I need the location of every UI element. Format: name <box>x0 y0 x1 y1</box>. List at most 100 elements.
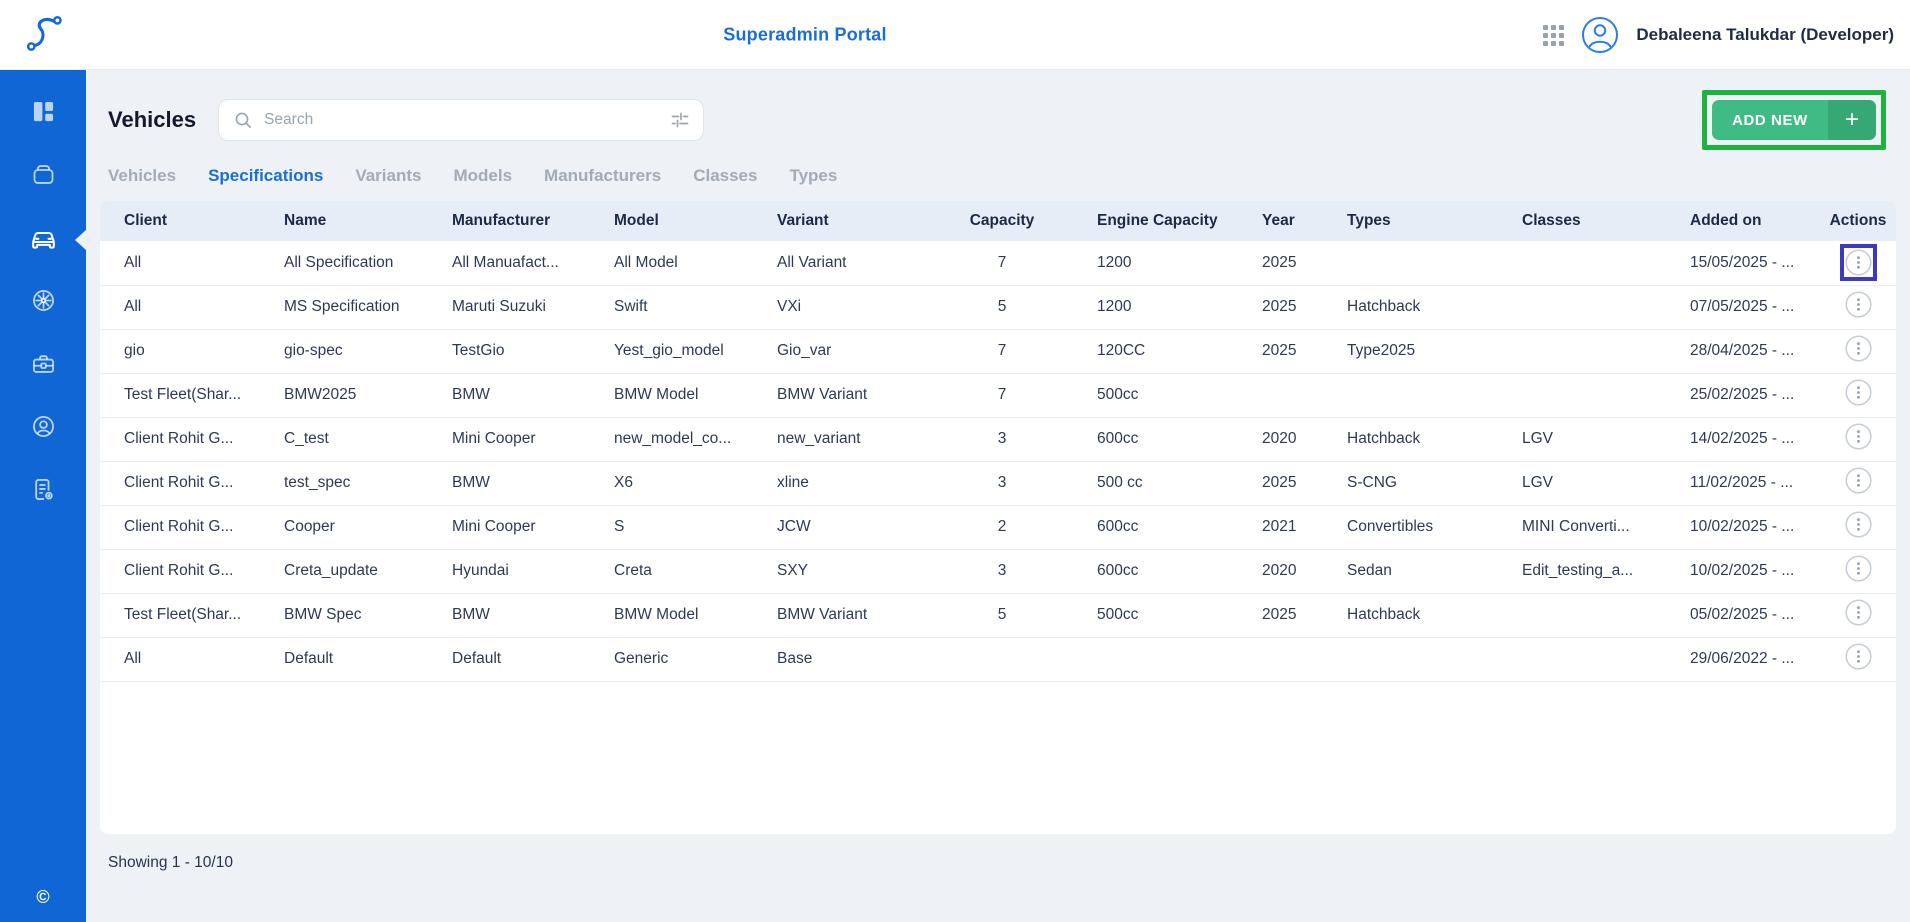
search-input[interactable] <box>264 111 669 129</box>
sidebar-item-fleet[interactable] <box>0 145 86 208</box>
cell: BMW Variant <box>777 593 957 637</box>
cell: 2020 <box>1262 417 1347 461</box>
cell: All Specification <box>284 241 452 285</box>
cell: BMW Spec <box>284 593 452 637</box>
cell: Hyundai <box>452 549 614 593</box>
cell <box>1262 373 1347 417</box>
cell: new_variant <box>777 417 957 461</box>
cell: TestGio <box>452 329 614 373</box>
cell: Hatchback <box>1347 593 1522 637</box>
cell <box>957 637 1047 681</box>
table-row[interactable]: Client Rohit G...C_testMini Coopernew_mo… <box>100 417 1896 461</box>
cell: 3 <box>957 417 1047 461</box>
sidebar-item-toolbox[interactable] <box>0 334 86 397</box>
table-row[interactable]: Test Fleet(Shar...BMW2025BMWBMW ModelBMW… <box>100 373 1896 417</box>
tab-vehicles[interactable]: Vehicles <box>108 166 176 186</box>
tab-specifications[interactable]: Specifications <box>208 166 323 186</box>
table-row[interactable]: Client Rohit G...test_specBMWX6xline3500… <box>100 461 1896 505</box>
filter-sliders-icon[interactable] <box>669 109 691 131</box>
cell: 7 <box>957 373 1047 417</box>
search-box <box>218 99 704 141</box>
column-header: Name <box>284 201 452 241</box>
table-row[interactable]: AllDefaultDefaultGenericBase29/06/2022 -… <box>100 637 1896 681</box>
table-row[interactable]: Client Rohit G...CooperMini CooperSJCW26… <box>100 505 1896 549</box>
column-header: Variant <box>777 201 957 241</box>
cell <box>1522 637 1690 681</box>
cell: 500cc <box>1047 373 1262 417</box>
cell: JCW <box>777 505 957 549</box>
table-row[interactable]: giogio-specTestGioYest_gio_modelGio_var7… <box>100 329 1896 373</box>
sidebar-item-reports[interactable] <box>0 460 86 523</box>
cell: 2025 <box>1262 241 1347 285</box>
specifications-table: ClientNameManufacturerModelVariantCapaci… <box>100 201 1896 682</box>
cell: 10/02/2025 - ... <box>1690 549 1820 593</box>
cell: 500 cc <box>1047 461 1262 505</box>
cell: BMW <box>452 373 614 417</box>
cell: 2021 <box>1262 505 1347 549</box>
row-actions-button[interactable] <box>1845 511 1872 538</box>
cell: Client Rohit G... <box>100 461 284 505</box>
user-name[interactable]: Debaleena Talukdar (Developer) <box>1636 25 1894 45</box>
kebab-menu-icon <box>1845 599 1872 626</box>
cell: xline <box>777 461 957 505</box>
cell: C_test <box>284 417 452 461</box>
table-row[interactable]: Client Rohit G...Creta_updateHyundaiCret… <box>100 549 1896 593</box>
row-actions-button[interactable] <box>1845 599 1872 626</box>
cell: Maruti Suzuki <box>452 285 614 329</box>
row-actions-button-highlighted[interactable] <box>1840 244 1877 281</box>
cell: Convertibles <box>1347 505 1522 549</box>
row-actions-button[interactable] <box>1845 555 1872 582</box>
cell: Sedan <box>1347 549 1522 593</box>
cell: gio-spec <box>284 329 452 373</box>
cell: Creta_update <box>284 549 452 593</box>
row-actions-button[interactable] <box>1845 467 1872 494</box>
cell: 2 <box>957 505 1047 549</box>
sidebar-item-users[interactable] <box>0 397 86 460</box>
cell: 1200 <box>1047 285 1262 329</box>
cell: 7 <box>957 241 1047 285</box>
row-actions-button[interactable] <box>1845 379 1872 406</box>
cell: Yest_gio_model <box>614 329 777 373</box>
row-actions-button[interactable] <box>1845 643 1872 670</box>
cell <box>1047 637 1262 681</box>
copyright-icon[interactable]: © <box>36 887 49 908</box>
tab-manufacturers[interactable]: Manufacturers <box>544 166 661 186</box>
kebab-menu-icon <box>1845 379 1872 406</box>
cell: S-CNG <box>1347 461 1522 505</box>
cell: 11/02/2025 - ... <box>1690 461 1820 505</box>
tab-models[interactable]: Models <box>453 166 512 186</box>
apps-grid-icon[interactable] <box>1543 25 1564 46</box>
table-row[interactable]: AllMS SpecificationMaruti SuzukiSwiftVXi… <box>100 285 1896 329</box>
cell: 600cc <box>1047 505 1262 549</box>
tab-variants[interactable]: Variants <box>355 166 421 186</box>
cell: All Variant <box>777 241 957 285</box>
avatar[interactable] <box>1581 16 1619 54</box>
cell <box>1522 329 1690 373</box>
cell: Edit_testing_a... <box>1522 549 1690 593</box>
column-header: Model <box>614 201 777 241</box>
sidebar-item-dashboard[interactable] <box>0 82 86 145</box>
cell: Client Rohit G... <box>100 505 284 549</box>
cell: BMW <box>452 461 614 505</box>
kebab-menu-icon <box>1845 643 1872 670</box>
tab-classes[interactable]: Classes <box>693 166 757 186</box>
table-row[interactable]: AllAll SpecificationAll Manuafact...All … <box>100 241 1896 285</box>
kebab-menu-icon <box>1845 511 1872 538</box>
table-row[interactable]: Test Fleet(Shar...BMW SpecBMWBMW ModelBM… <box>100 593 1896 637</box>
sidebar-nav: © <box>0 70 86 922</box>
sidebar-item-vehicles[interactable] <box>0 208 86 271</box>
cell: Default <box>452 637 614 681</box>
row-actions-button[interactable] <box>1845 423 1872 450</box>
row-actions-button[interactable] <box>1845 335 1872 362</box>
brand-logo-icon[interactable] <box>24 11 72 64</box>
cell: 5 <box>957 593 1047 637</box>
row-actions-button[interactable] <box>1845 291 1872 318</box>
add-new-button[interactable]: ADD NEW + <box>1712 100 1876 140</box>
cell <box>1347 373 1522 417</box>
cell: LGV <box>1522 461 1690 505</box>
cell: Creta <box>614 549 777 593</box>
tab-types[interactable]: Types <box>789 166 837 186</box>
cell: 2025 <box>1262 285 1347 329</box>
cell: Mini Cooper <box>452 505 614 549</box>
sidebar-item-wheel[interactable] <box>0 271 86 334</box>
